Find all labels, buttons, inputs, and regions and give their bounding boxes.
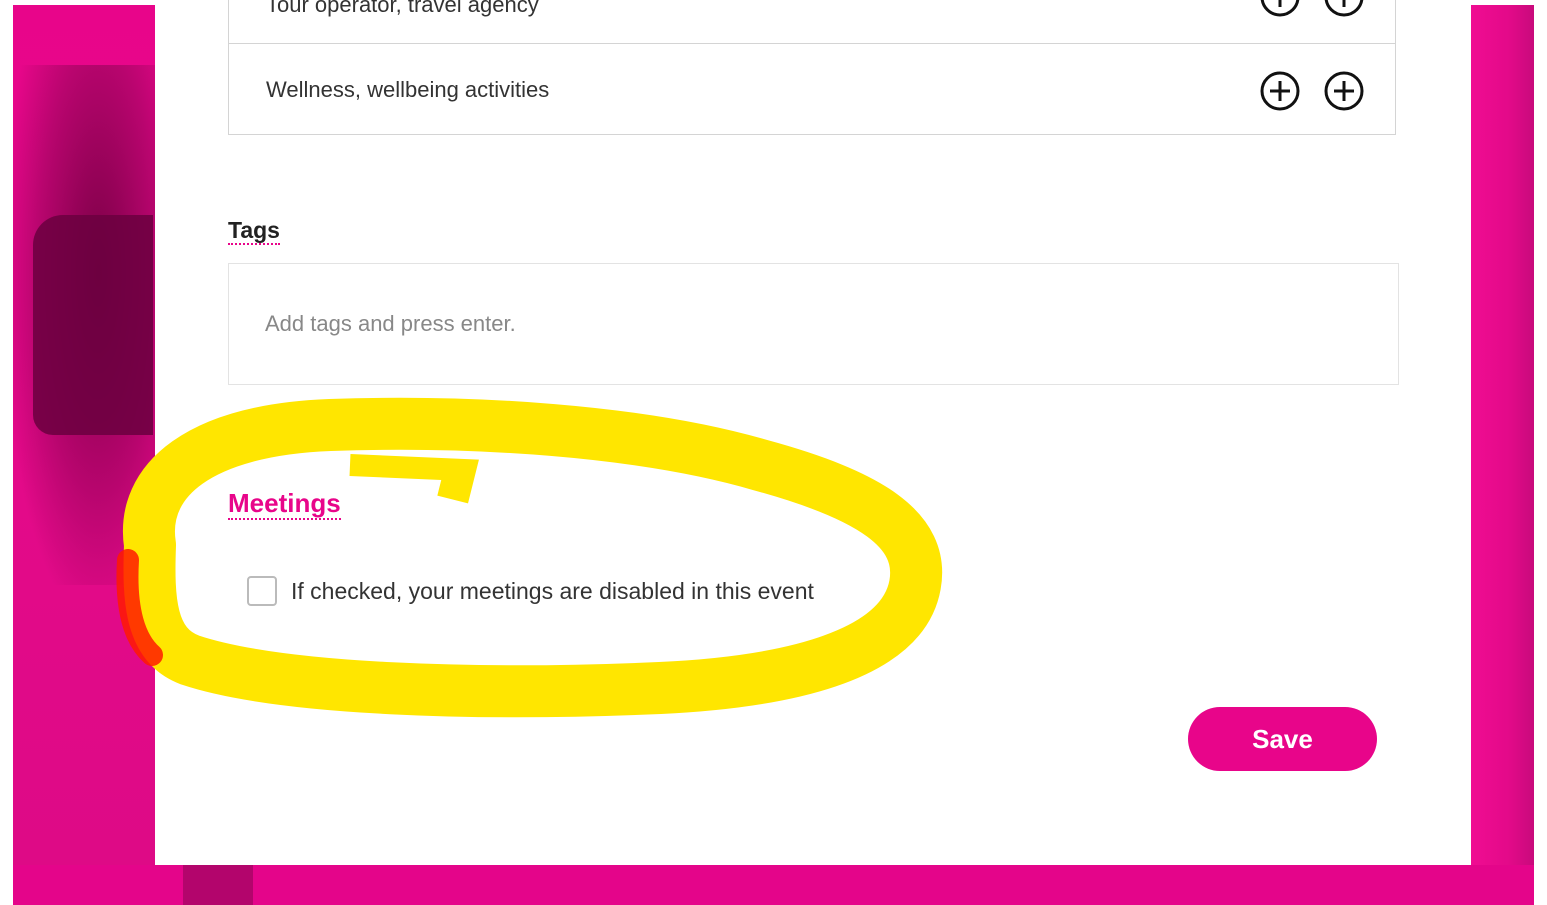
meetings-disable-option[interactable]: If checked, your meetings are disabled i… xyxy=(247,576,814,606)
list-item-actions xyxy=(1259,0,1365,18)
list-item-label: Tour operator, travel agency xyxy=(266,0,539,17)
add-circle-icon[interactable] xyxy=(1259,0,1301,18)
background-figure xyxy=(33,215,153,435)
category-list: Tour operator, travel agency Wellness, w… xyxy=(228,0,1396,135)
tags-input[interactable] xyxy=(228,263,1399,385)
meetings-disabled-label: If checked, your meetings are disabled i… xyxy=(291,577,814,604)
add-circle-icon[interactable] xyxy=(1323,70,1365,112)
tags-label: Tags xyxy=(228,217,280,245)
list-item-actions xyxy=(1259,70,1365,112)
list-item-label: Wellness, wellbeing activities xyxy=(266,76,550,102)
form-panel: Tour operator, travel agency Wellness, w… xyxy=(155,0,1471,865)
background-pole xyxy=(183,865,253,905)
meetings-disabled-checkbox[interactable] xyxy=(247,576,277,606)
add-circle-icon[interactable] xyxy=(1259,70,1301,112)
meetings-heading: Meetings xyxy=(228,488,341,520)
background-right-edge xyxy=(1471,5,1534,905)
list-item: Tour operator, travel agency xyxy=(229,0,1395,44)
save-button[interactable]: Save xyxy=(1188,707,1377,771)
list-item: Wellness, wellbeing activities xyxy=(229,44,1395,135)
add-circle-icon[interactable] xyxy=(1323,0,1365,18)
